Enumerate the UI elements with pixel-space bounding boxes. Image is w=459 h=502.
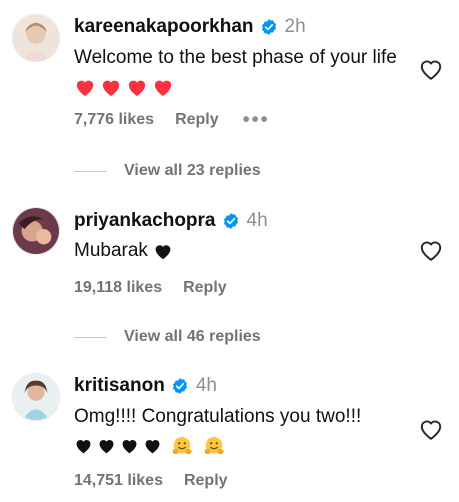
divider — [74, 336, 106, 338]
comment-meta: 19,118 likes Reply — [74, 279, 227, 297]
like-button[interactable] — [418, 57, 444, 81]
comment-time: 4h — [246, 210, 268, 231]
likes-count[interactable]: 7,776 likes — [74, 111, 154, 129]
black-heart-icon — [145, 440, 160, 454]
verified-badge-icon — [222, 212, 240, 230]
red-heart-icon — [154, 80, 172, 97]
comment-text: Welcome to the best phase of your life — [74, 43, 414, 101]
view-replies-button[interactable]: View all 23 replies — [74, 162, 261, 180]
black-heart-icon — [155, 245, 171, 260]
comment-time: 2h — [284, 16, 306, 37]
divider — [74, 170, 106, 172]
hugging-face-emoji-icon — [172, 436, 192, 455]
comment-header: kareenakapoorkhan 2h — [74, 16, 306, 38]
username[interactable]: kritisanon — [74, 375, 165, 397]
comment-text: Omg!!!! Congratulations you two!!! — [74, 402, 414, 460]
username[interactable]: kareenakapoorkhan — [74, 16, 254, 38]
red-heart-icon — [102, 80, 120, 97]
comment-time: 4h — [195, 375, 217, 396]
comment-meta: 7,776 likes Reply ••• — [74, 110, 270, 130]
reply-button[interactable]: Reply — [184, 472, 228, 490]
reply-button[interactable]: Reply — [183, 279, 227, 297]
like-button[interactable] — [418, 238, 444, 262]
avatar[interactable] — [12, 373, 60, 421]
black-heart-emoji — [153, 242, 173, 260]
comment-body: Mubarak — [74, 240, 148, 261]
avatar-image — [13, 15, 59, 61]
comment-header: priyankachopra 4h — [74, 210, 268, 232]
comment-meta: 14,751 likes Reply — [74, 472, 228, 490]
verified-badge-icon — [260, 18, 278, 36]
view-replies-label: View all 46 replies — [124, 328, 261, 345]
view-replies-label: View all 23 replies — [124, 162, 261, 179]
comment-text: Mubarak — [74, 236, 414, 265]
heart-outline-icon — [420, 420, 442, 440]
avatar[interactable] — [12, 207, 60, 255]
heart-outline-icon — [420, 241, 442, 261]
emoji-row — [74, 435, 226, 457]
likes-count[interactable]: 14,751 likes — [74, 472, 163, 490]
avatar-image — [13, 374, 59, 420]
black-heart-icon — [99, 440, 114, 454]
avatar[interactable] — [12, 14, 60, 62]
comment-body: Welcome to the best phase of your life — [74, 47, 397, 68]
red-heart-icon — [76, 80, 94, 97]
heart-emojis — [74, 77, 174, 97]
avatar-image — [13, 208, 59, 254]
comment-body: Omg!!!! Congratulations you two!!! — [74, 406, 362, 427]
black-heart-icon — [76, 440, 91, 454]
red-heart-icon — [128, 80, 146, 97]
verified-badge-icon — [171, 377, 189, 395]
like-button[interactable] — [418, 417, 444, 441]
username[interactable]: priyankachopra — [74, 210, 216, 232]
comment-header: kritisanon 4h — [74, 375, 217, 397]
black-heart-icon — [122, 440, 137, 454]
more-horizontal-icon[interactable]: ••• — [243, 110, 270, 130]
likes-count[interactable]: 19,118 likes — [74, 279, 162, 297]
view-replies-button[interactable]: View all 46 replies — [74, 328, 261, 346]
heart-outline-icon — [420, 60, 442, 80]
reply-button[interactable]: Reply — [175, 111, 219, 129]
hugging-face-emoji-icon — [204, 436, 224, 455]
